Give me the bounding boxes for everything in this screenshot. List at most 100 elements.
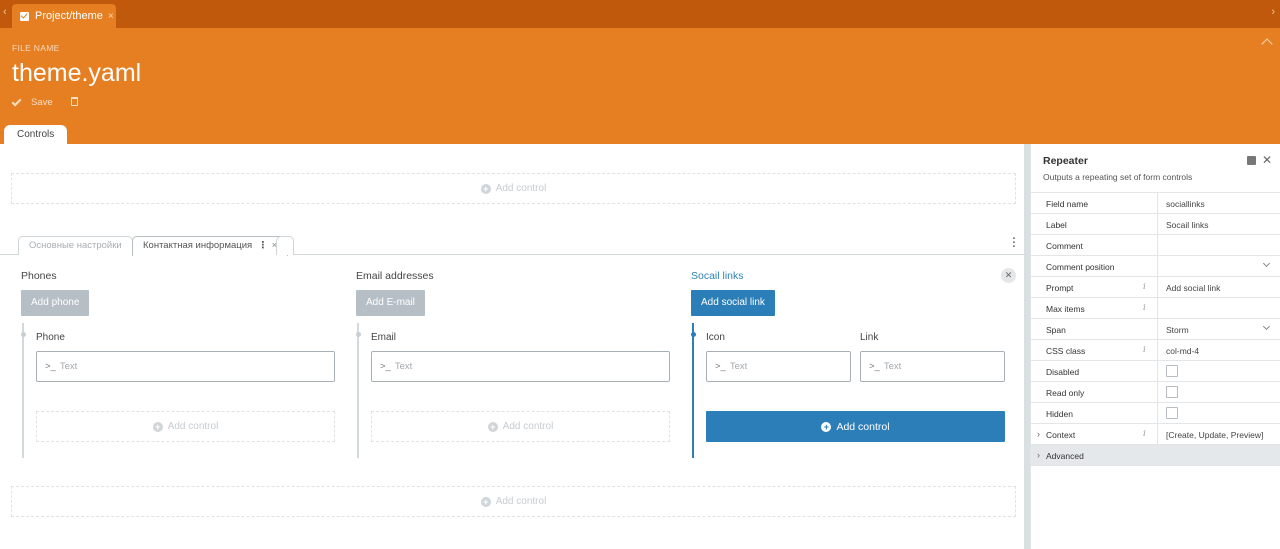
add-phone-button[interactable]: Add phone — [21, 290, 90, 316]
file-name[interactable]: theme.yaml — [12, 59, 141, 88]
prop-group-advanced[interactable]: › Advanced — [1031, 445, 1280, 466]
divider — [1157, 214, 1158, 234]
prop-key: Span — [1046, 325, 1066, 335]
phone-placeholder: Text — [59, 361, 78, 372]
read-only-checkbox[interactable] — [1166, 386, 1178, 398]
prop-span[interactable]: Span Storm — [1031, 319, 1280, 340]
prop-value[interactable]: Socail links — [1166, 220, 1209, 230]
prop-key: Comment position — [1046, 262, 1115, 272]
inspector-panel: Repeater Outputs a repeating set of form… — [1030, 144, 1280, 549]
prop-value[interactable]: Storm — [1166, 325, 1189, 335]
inspector-description: Outputs a repeating set of form controls — [1043, 172, 1193, 182]
prop-field-name[interactable]: Field name sociallinks — [1031, 193, 1280, 214]
add-social-link-button[interactable]: Add social link — [691, 290, 775, 316]
remove-control-icon[interactable]: ✕ — [1001, 268, 1016, 283]
add-control-label: Add control — [167, 421, 219, 432]
collapse-icon[interactable] — [1261, 38, 1273, 50]
tab-menu-icon[interactable]: ⋮ — [258, 237, 268, 255]
close-tab-icon[interactable]: × — [108, 11, 114, 22]
phones-title: Phones — [21, 270, 57, 282]
chevron-right-icon[interactable]: › — [1037, 429, 1040, 439]
scroll-right-icon[interactable]: › — [1271, 6, 1275, 18]
divider — [1157, 361, 1158, 381]
more-options-icon[interactable]: · · · — [1012, 234, 1016, 253]
icon-placeholder: Text — [729, 361, 748, 372]
disabled-checkbox[interactable] — [1166, 365, 1178, 377]
info-icon[interactable]: i — [1143, 303, 1146, 313]
repeater-line — [22, 323, 24, 458]
add-control-bottom[interactable]: + Add control — [11, 486, 1016, 517]
add-control-top[interactable]: + Add control — [11, 173, 1016, 204]
add-control-phones[interactable]: + Add control — [36, 411, 335, 442]
file-header: FILE NAME theme.yaml Save Controls — [0, 28, 1280, 144]
prop-read-only[interactable]: Read only — [1031, 382, 1280, 403]
email-input[interactable]: >_ Text — [371, 351, 670, 382]
prop-hidden[interactable]: Hidden — [1031, 403, 1280, 424]
divider — [1157, 319, 1158, 339]
repeater-line — [692, 323, 694, 458]
chevron-down-icon[interactable] — [1262, 259, 1271, 268]
prop-key: Comment — [1046, 241, 1083, 251]
tab-controls[interactable]: Controls — [4, 125, 68, 144]
icon-input[interactable]: >_ Text — [706, 351, 851, 382]
checkbox-icon — [20, 11, 29, 21]
repeater-dot[interactable] — [20, 332, 26, 337]
info-icon[interactable]: i — [1143, 345, 1146, 355]
prop-key: Label — [1046, 220, 1067, 230]
repeater-line — [357, 323, 359, 458]
document-tab-label: Project/theme — [35, 10, 103, 22]
prop-value[interactable]: sociallinks — [1166, 199, 1205, 209]
tab-contact-info[interactable]: Контактная информация ⋮ × — [132, 236, 289, 256]
tab-basic-settings[interactable]: Основные настройки — [18, 236, 133, 255]
hidden-checkbox[interactable] — [1166, 407, 1178, 419]
link-input[interactable]: >_ Text — [860, 351, 1005, 382]
inspector-title: Repeater — [1043, 155, 1088, 167]
document-tab[interactable]: Project/theme × — [12, 4, 116, 28]
social-links-title[interactable]: Socail links — [691, 270, 744, 282]
tab-contact-info-label: Контактная информация — [143, 240, 253, 251]
prop-comment-position[interactable]: Comment position — [1031, 256, 1280, 277]
repeater-dot[interactable] — [355, 332, 361, 337]
add-control-label: Add control — [502, 421, 554, 432]
prop-context[interactable]: › Context i [Create, Update, Preview] — [1031, 424, 1280, 445]
link-label: Link — [860, 332, 879, 343]
info-icon[interactable]: i — [1143, 429, 1146, 439]
prop-prompt[interactable]: Prompt i Add social link — [1031, 277, 1280, 298]
repeater-dot[interactable] — [690, 332, 696, 337]
divider — [1157, 424, 1158, 444]
add-control-emails[interactable]: + Add control — [371, 411, 670, 442]
prompt-icon: >_ — [380, 361, 391, 372]
prop-value[interactable]: Add social link — [1166, 283, 1220, 293]
chevron-down-icon[interactable] — [1262, 322, 1271, 331]
property-table: Field name sociallinks Label Socail links … — [1031, 192, 1280, 466]
tab-basic-settings-label: Основные настройки — [29, 240, 122, 251]
prop-value[interactable]: col-md-4 — [1166, 346, 1199, 356]
divider — [1157, 382, 1158, 402]
delete-icon[interactable] — [71, 97, 78, 106]
prop-value[interactable]: [Create, Update, Preview] — [1166, 430, 1263, 440]
expand-icon[interactable] — [1247, 156, 1256, 165]
scroll-left-icon[interactable]: ‹ — [3, 6, 7, 18]
info-icon[interactable]: i — [1143, 282, 1146, 292]
divider — [1157, 403, 1158, 423]
prop-key: Read only — [1046, 388, 1085, 398]
add-control-social-button[interactable]: + Add control — [706, 411, 1005, 442]
check-icon — [11, 96, 22, 106]
close-icon[interactable]: ✕ — [1262, 153, 1272, 167]
prop-label[interactable]: Label Socail links — [1031, 214, 1280, 235]
chevron-right-icon: › — [1037, 450, 1040, 460]
add-control-label: Add control — [495, 183, 547, 194]
new-tab-button[interactable] — [276, 236, 294, 255]
file-name-label: FILE NAME — [12, 43, 60, 53]
prop-key: Prompt — [1046, 283, 1074, 293]
prop-comment[interactable]: Comment — [1031, 235, 1280, 256]
divider — [1157, 193, 1158, 213]
prop-max-items[interactable]: Max items i — [1031, 298, 1280, 319]
phone-input[interactable]: >_ Text — [36, 351, 335, 382]
prop-css-class[interactable]: CSS class i col-md-4 — [1031, 340, 1280, 361]
add-email-button[interactable]: Add E-mail — [356, 290, 425, 316]
plus-circle-icon: + — [480, 496, 491, 507]
save-button[interactable]: Save — [11, 96, 53, 108]
divider — [1157, 298, 1158, 318]
prop-disabled[interactable]: Disabled — [1031, 361, 1280, 382]
